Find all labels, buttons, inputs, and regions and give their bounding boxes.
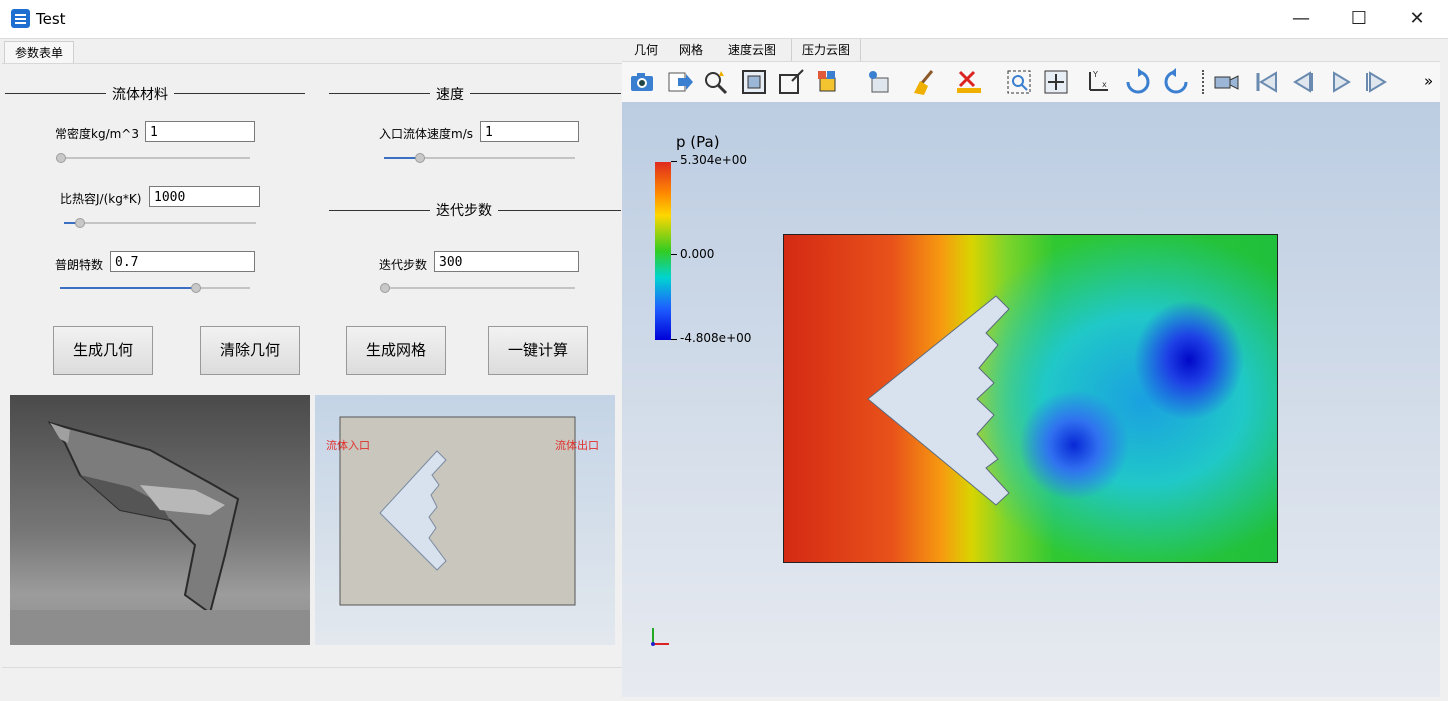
svg-text:x: x [1102, 80, 1107, 89]
maximize-button[interactable]: ☐ [1330, 0, 1388, 38]
legend-max-label: 5.304e+00 [680, 153, 748, 167]
speed-group-line [329, 93, 621, 94]
legend-min-label: -4.808e+00 [680, 331, 752, 345]
aircraft-photo [10, 395, 310, 645]
view-menu-bar: 几何 网格 速度云图 压力云图 [622, 39, 1440, 62]
outlet-label: 流体出口 [555, 439, 599, 452]
compute-button[interactable]: 一键计算 [488, 326, 588, 375]
heat-capacity-input[interactable]: 1000 [149, 186, 260, 207]
steps-slider-handle[interactable] [380, 283, 390, 293]
colorbar-tick-mid [671, 254, 677, 255]
minimize-button[interactable]: — [1272, 0, 1330, 38]
fluid-group-title: 流体材料 [106, 84, 174, 104]
play-icon[interactable] [1326, 68, 1354, 96]
zoom-box-icon[interactable] [1005, 68, 1033, 96]
rotate-ccw-icon[interactable] [1162, 68, 1190, 96]
toolbar-separator [1202, 70, 1206, 94]
legend-title: p (Pa) [676, 133, 720, 151]
menu-pressure-contour[interactable]: 压力云图 [791, 39, 862, 61]
density-slider-handle[interactable] [56, 153, 66, 163]
generate-mesh-button[interactable]: 生成网格 [346, 326, 446, 375]
inlet-speed-slider-handle[interactable] [415, 153, 425, 163]
prandtl-label: 普朗特数 [55, 258, 104, 272]
inlet-speed-input[interactable]: 1 [480, 121, 579, 142]
legend-mid-label: 0.000 [680, 247, 715, 261]
menu-mesh[interactable]: 网格 [669, 39, 713, 61]
steps-label: 迭代步数 [379, 258, 428, 272]
export-icon[interactable] [666, 68, 694, 96]
video-icon[interactable] [1212, 68, 1240, 96]
menu-velocity-contour[interactable]: 速度云图 [718, 39, 786, 61]
colorbar-tick-max [671, 161, 677, 162]
speed-group-title: 速度 [430, 84, 470, 104]
box-icon[interactable] [777, 68, 805, 96]
svg-text:Y: Y [1092, 70, 1098, 79]
inlet-speed-label: 入口流体速度m/s [379, 127, 473, 141]
clear-icon[interactable] [910, 68, 938, 96]
title-bar: Test — ☐ ✕ [0, 0, 1448, 39]
heat-capacity-label: 比热容J/(kg*K) [60, 192, 142, 206]
query-icon[interactable] [702, 68, 730, 96]
menu-geometry[interactable]: 几何 [624, 39, 668, 61]
select-points-icon[interactable] [866, 68, 894, 96]
generate-geometry-button[interactable]: 生成几何 [53, 326, 153, 375]
window-title: Test [36, 10, 66, 28]
window-right-edge [1440, 39, 1448, 701]
prandtl-input[interactable]: 0.7 [110, 251, 255, 272]
pan-icon[interactable] [1042, 68, 1070, 96]
prandtl-slider-handle[interactable] [191, 283, 201, 293]
reset-zoom-icon[interactable] [740, 68, 768, 96]
toolbar: Yx » [622, 62, 1440, 103]
steps-input[interactable]: 300 [434, 251, 579, 272]
select-cells-icon[interactable] [815, 68, 843, 96]
orientation-axes-icon [651, 628, 669, 646]
density-label: 常密度kg/m^3 [55, 127, 139, 141]
heat-capacity-slider-handle[interactable] [75, 218, 85, 228]
inlet-label: 流体入口 [326, 439, 370, 452]
rotate-cw-icon[interactable] [1124, 68, 1152, 96]
pressure-contour-plot [783, 234, 1278, 563]
heat-capacity-slider-track[interactable] [64, 222, 256, 224]
prev-frame-icon[interactable] [1288, 68, 1316, 96]
toolbar-overflow-button[interactable]: » [1424, 72, 1433, 90]
last-frame-icon[interactable] [1362, 68, 1390, 96]
steps-slider-track[interactable] [384, 287, 575, 289]
app-icon [11, 9, 30, 28]
pressure-colorbar [655, 162, 671, 340]
geometry-preview: 流体入口 流体出口 [315, 395, 615, 645]
delete-icon[interactable] [955, 68, 983, 96]
close-button[interactable]: ✕ [1388, 0, 1446, 38]
axes-icon[interactable]: Yx [1084, 68, 1112, 96]
first-frame-icon[interactable] [1252, 68, 1280, 96]
density-slider-track[interactable] [60, 157, 250, 159]
density-input[interactable]: 1 [145, 121, 255, 142]
camera-icon[interactable] [628, 68, 656, 96]
iteration-group-title: 迭代步数 [430, 200, 498, 220]
prandtl-slider-fill [60, 287, 196, 289]
tab-parameters[interactable]: 参数表单 [4, 41, 74, 64]
status-strip [2, 667, 622, 700]
clear-geometry-button[interactable]: 清除几何 [200, 326, 300, 375]
colorbar-tick-min [671, 339, 677, 340]
